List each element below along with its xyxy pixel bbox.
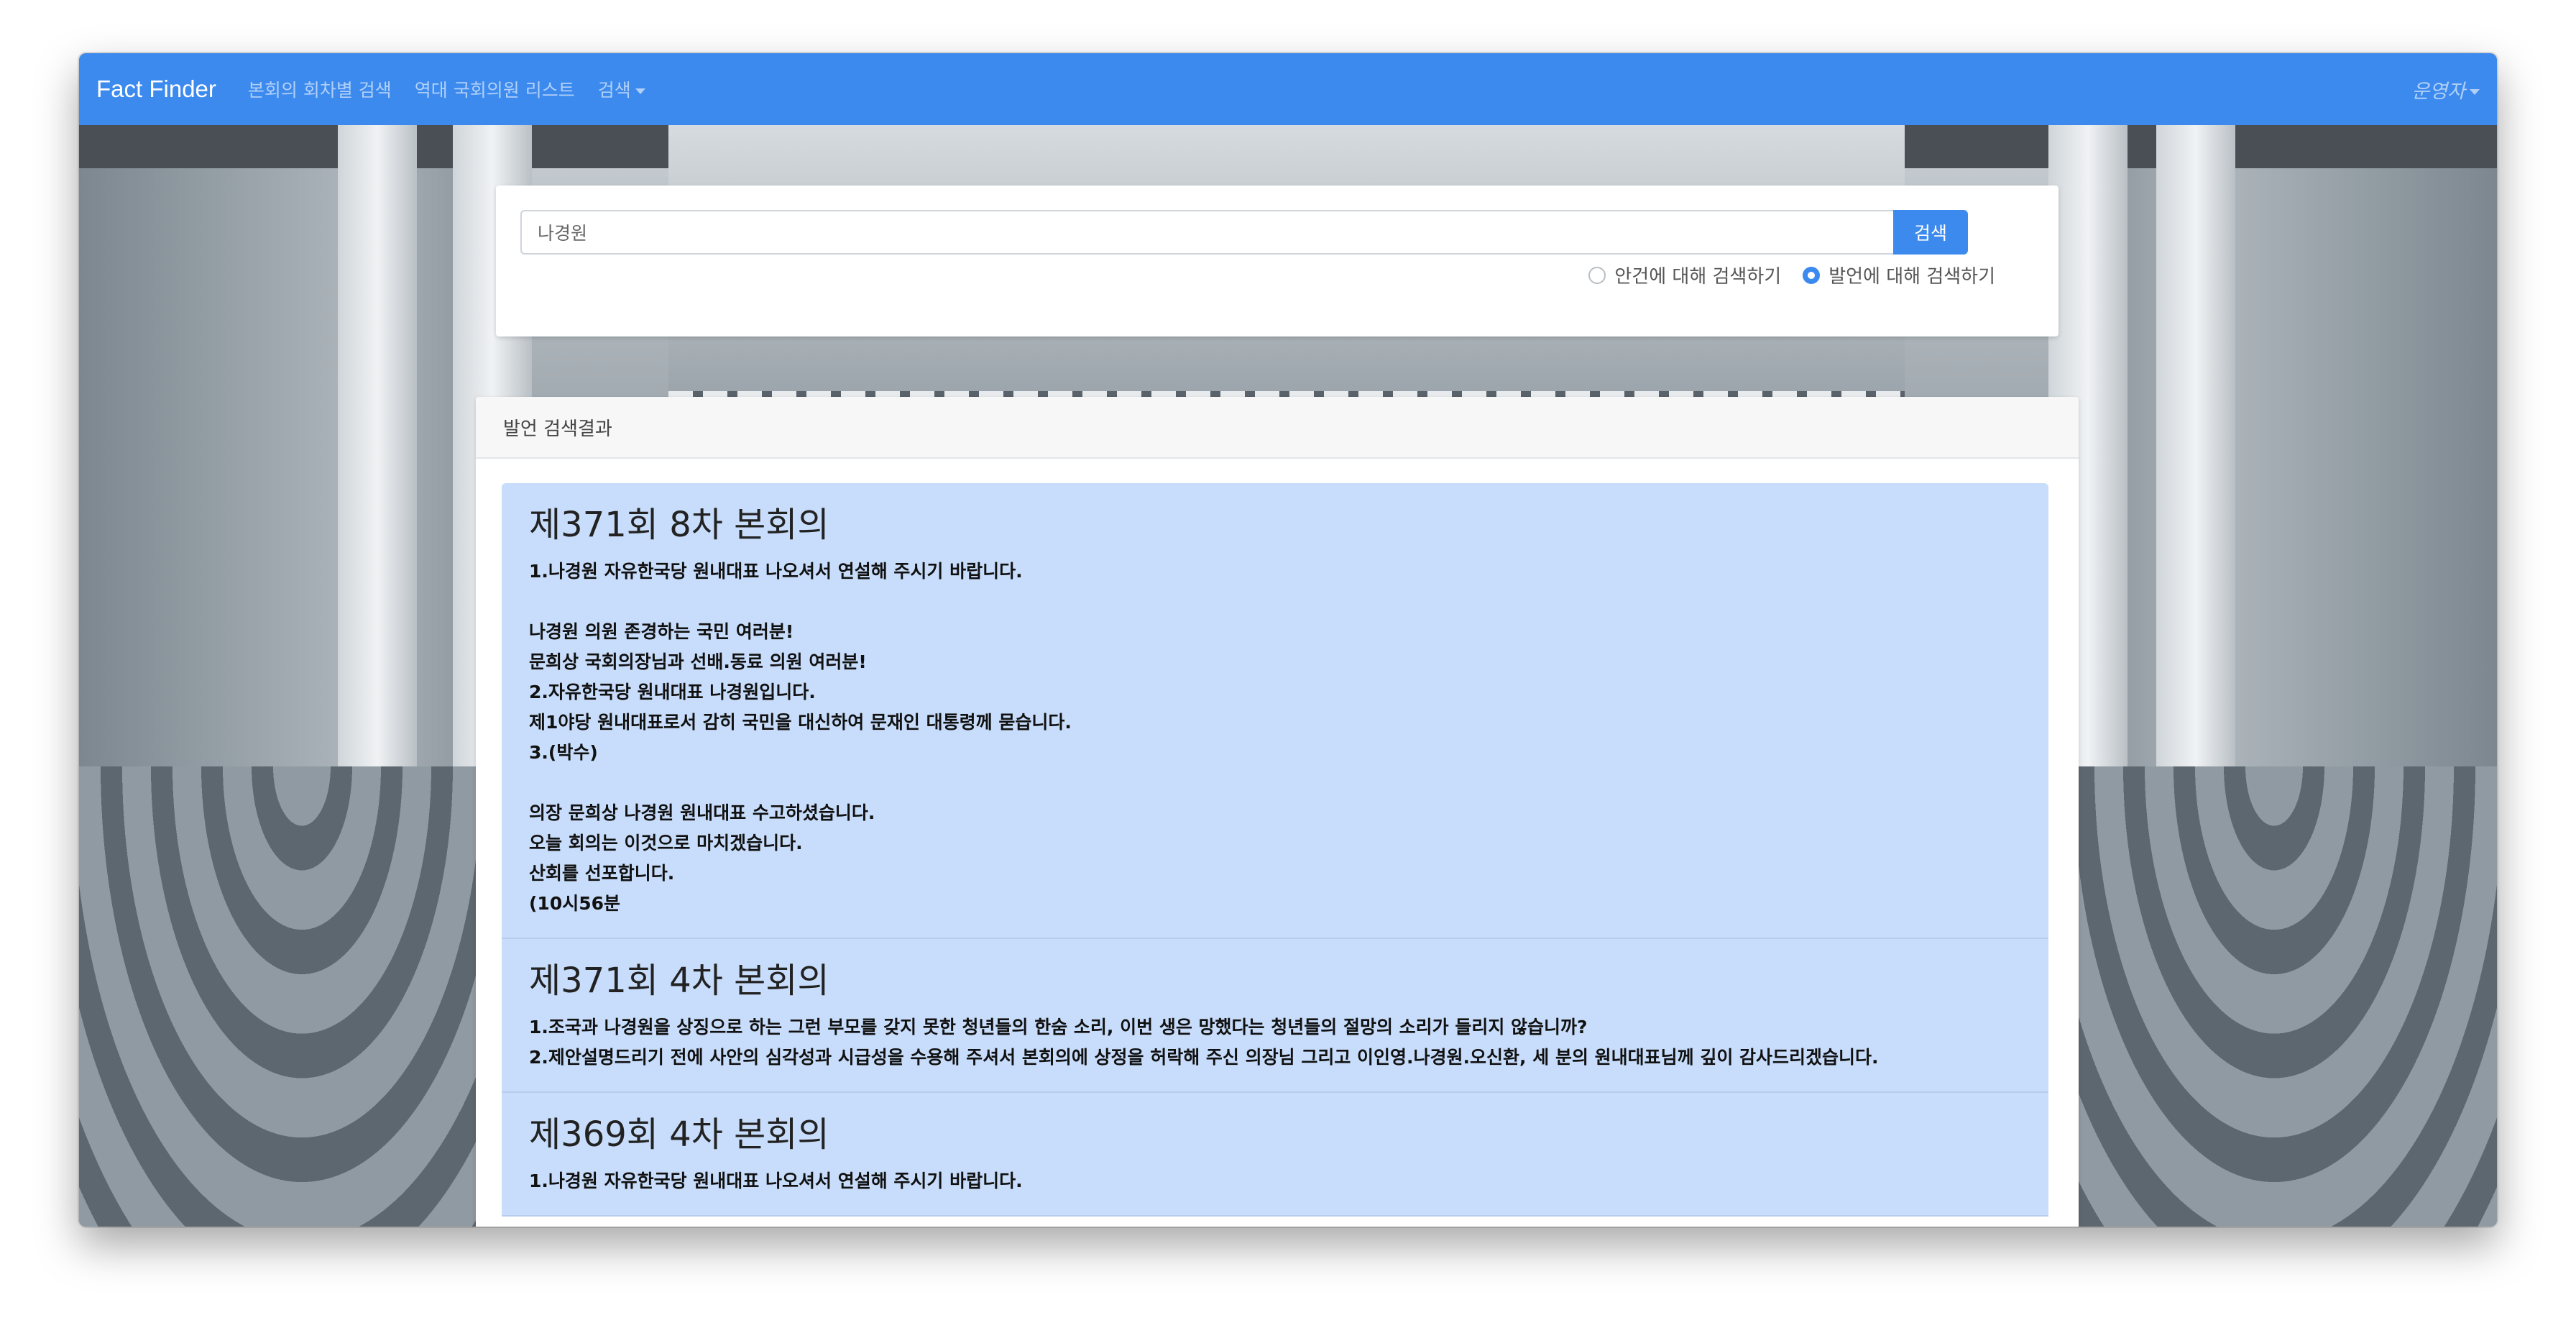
radio-label-speech: 발언에 대해 검색하기 (1828, 266, 1995, 288)
result-line: 문희상 국회의장님과 선배.동료 의원 여러분! (529, 651, 867, 672)
result-line: 나경원 의원 존경하는 국민 여러분! (529, 621, 794, 642)
result-line: 1.조국과 나경원을 상징으로 하는 그런 부모를 갖지 못한 청년들의 한숨 … (529, 1017, 1588, 1037)
search-mode-options: 안건에 대해 검색하기 발언에 대해 검색하기 (1567, 262, 1995, 288)
result-line: 2.제안설명드리기 전에 사안의 심각성과 시급성을 수용해 주셔서 본회의에 … (529, 1047, 1879, 1068)
search-button[interactable]: 검색 (1893, 210, 1968, 255)
result-line: 산회를 선포합니다. (529, 863, 675, 884)
caret-down-icon (635, 88, 645, 94)
radio-option-agenda[interactable]: 안건에 대해 검색하기 (1588, 262, 1781, 288)
user-menu[interactable]: 운영자 (2411, 75, 2480, 104)
result-title[interactable]: 제369회 4차 본회의 (529, 1106, 2020, 1156)
result-item[interactable]: 제371회 4차 본회의 1.조국과 나경원을 상징으로 하는 그런 부모를 갖… (502, 939, 2048, 1093)
radio-unchecked-icon[interactable] (1588, 266, 1606, 284)
results-list: 제371회 8차 본회의 1.나경원 자유한국당 원내대표 나오셔서 연설해 주… (502, 483, 2048, 1217)
results-header: 발언 검색결과 (476, 397, 2079, 459)
result-line: 1.나경원 자유한국당 원내대표 나오셔서 연설해 주시기 바랍니다. (529, 1171, 1023, 1191)
result-line: 오늘 회의는 이것으로 마치겠습니다. (529, 833, 803, 853)
nav-dropdown-search[interactable]: 검색 (598, 76, 645, 102)
result-item[interactable]: 제369회 4차 본회의 1.나경원 자유한국당 원내대표 나오셔서 연설해 주… (502, 1093, 2048, 1217)
result-title[interactable]: 제371회 4차 본회의 (529, 952, 2020, 1002)
nav-link-member-list[interactable]: 역대 국회의원 리스트 (415, 76, 575, 102)
result-item[interactable]: 제371회 8차 본회의 1.나경원 자유한국당 원내대표 나오셔서 연설해 주… (502, 483, 2048, 939)
radio-checked-icon[interactable] (1803, 266, 1821, 284)
result-line: 3.(박수) (529, 742, 598, 763)
radio-option-speech[interactable]: 발언에 대해 검색하기 (1803, 262, 1995, 288)
caret-down-icon (2470, 89, 2480, 95)
nav-dropdown-label: 검색 (597, 80, 631, 101)
results-card: 발언 검색결과 제371회 8차 본회의 1.나경원 자유한국당 원내대표 나오… (476, 397, 2079, 1227)
user-name: 운영자 (2411, 80, 2465, 103)
result-line: 제1야당 원내대표로서 감히 국민을 대신하여 문재인 대통령께 묻습니다. (529, 712, 1072, 733)
navbar: Fact Finder 본회의 회차별 검색 역대 국회의원 리스트 검색 운영… (79, 53, 2497, 125)
radio-label-agenda: 안건에 대해 검색하기 (1614, 266, 1782, 288)
result-line (529, 587, 2020, 617)
search-input[interactable] (520, 210, 1893, 255)
result-line: 2.자유한국당 원내대표 나경원입니다. (529, 682, 816, 702)
result-line: 1.나경원 자유한국당 원내대표 나오셔서 연설해 주시기 바랍니다. (529, 561, 1023, 582)
result-title[interactable]: 제371회 8차 본회의 (529, 496, 2020, 546)
browser-window: Fact Finder 본회의 회차별 검색 역대 국회의원 리스트 검색 운영… (79, 53, 2497, 1227)
result-line (529, 768, 2020, 798)
result-line: 의장 문희상 나경원 원내대표 수고하셨습니다. (529, 802, 875, 823)
brand-logo[interactable]: Fact Finder (96, 75, 216, 103)
nav-link-session-search[interactable]: 본회의 회차별 검색 (248, 76, 392, 102)
result-line: (10시56분 (529, 893, 621, 914)
search-card: 검색 안건에 대해 검색하기 발언에 대해 검색하기 (496, 185, 2058, 336)
